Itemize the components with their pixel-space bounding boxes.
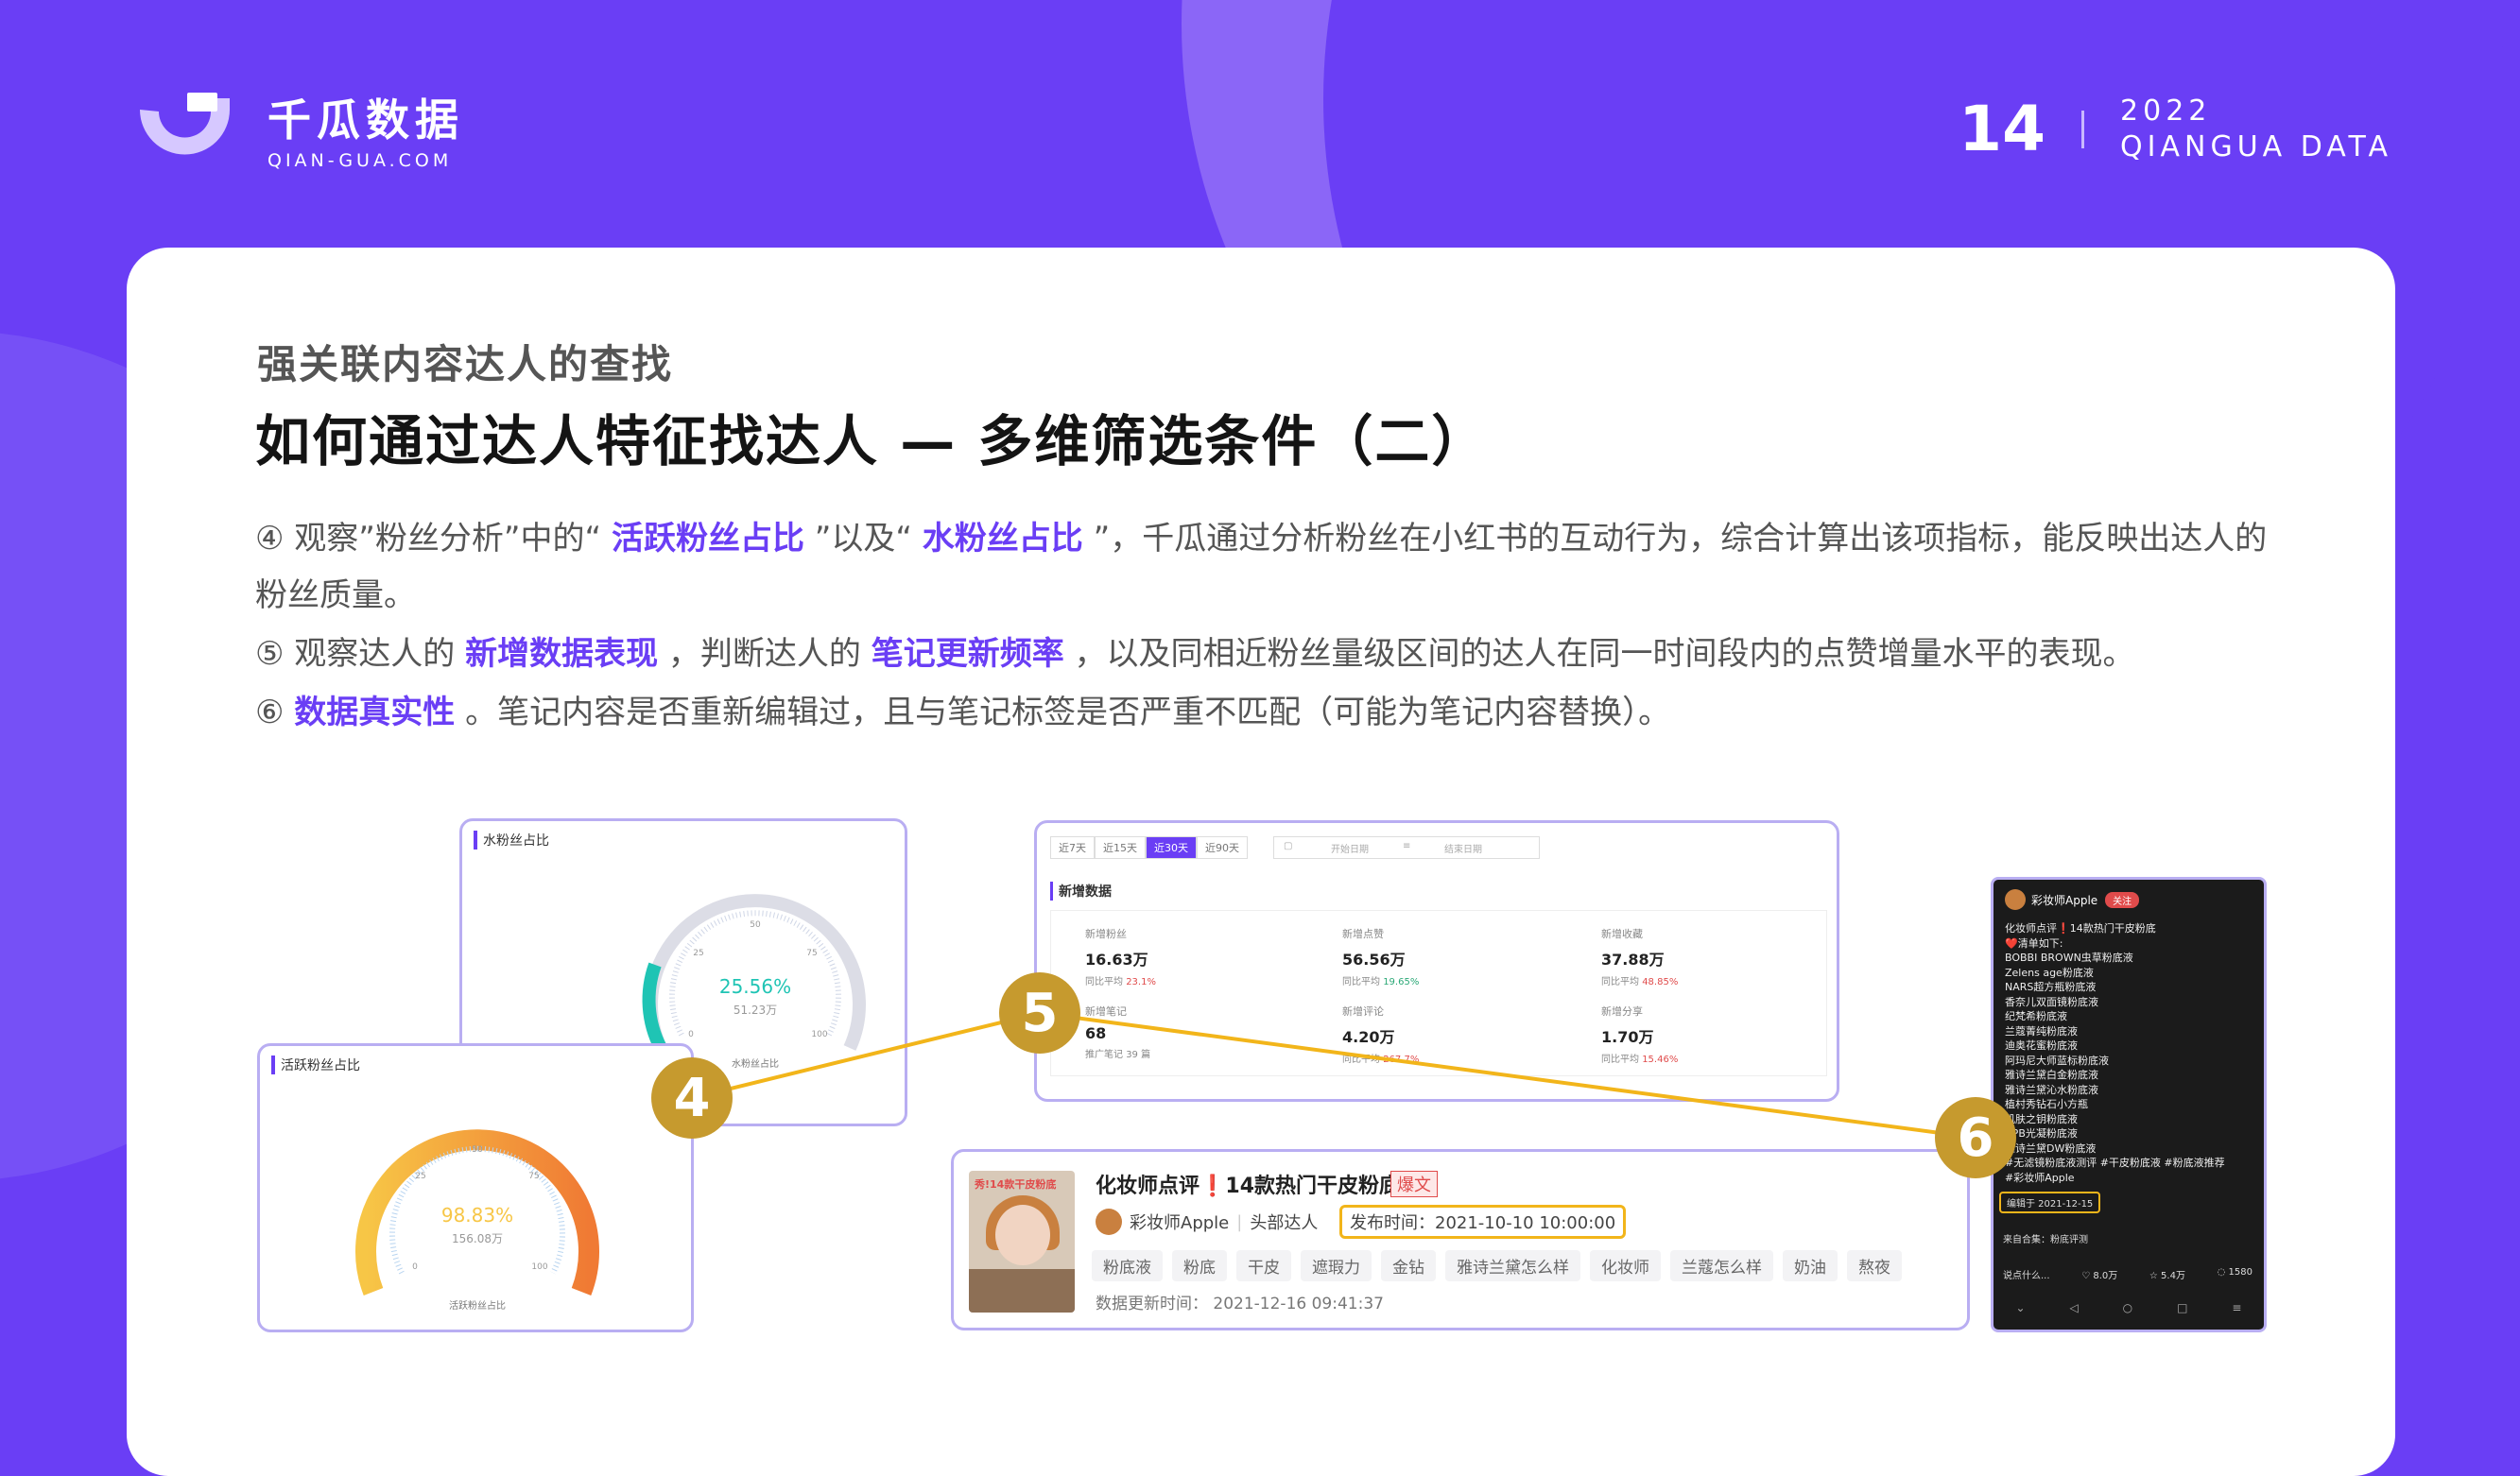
step-badge-5: 5 xyxy=(999,972,1080,1054)
step-badge-6: 6 xyxy=(1935,1097,2016,1178)
step-badge-4: 4 xyxy=(651,1057,733,1139)
connector-lines xyxy=(691,1010,1976,1140)
connector-line xyxy=(691,1010,1976,1140)
